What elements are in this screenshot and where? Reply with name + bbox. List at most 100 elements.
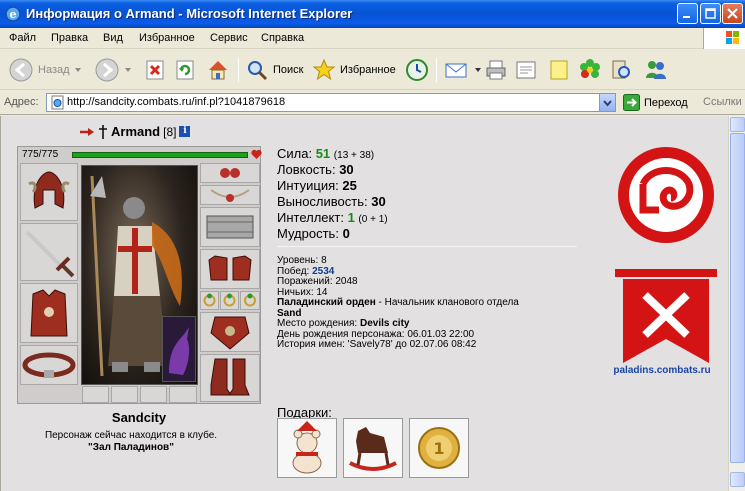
- helmet-slot[interactable]: [20, 163, 78, 221]
- heart-icon: [251, 149, 262, 159]
- maximize-button[interactable]: [700, 3, 721, 24]
- search-icon: [248, 61, 268, 81]
- forward-button[interactable]: [94, 56, 132, 84]
- close-icon: [727, 8, 738, 19]
- links-toolbar[interactable]: Ссылки: [703, 96, 742, 108]
- research-icon: [612, 60, 630, 79]
- pet-slot[interactable]: [162, 316, 196, 382]
- menu-edit[interactable]: Правка: [51, 32, 88, 44]
- character-portrait: [81, 165, 198, 385]
- cross-align-icon: [99, 124, 107, 139]
- gift-rocking-horse[interactable]: [343, 418, 403, 478]
- discuss-button[interactable]: [547, 56, 571, 84]
- gift-gold-medal[interactable]: 1: [409, 418, 469, 478]
- clan-site-link[interactable]: paladins.combats.ru: [600, 365, 724, 376]
- birthplace-value: Devils city: [360, 318, 410, 329]
- boots-icon: [210, 358, 250, 396]
- menu-help[interactable]: Справка: [261, 32, 304, 44]
- amulet-slot[interactable]: [200, 185, 260, 205]
- stat-row: Ловкость: 30: [277, 162, 388, 178]
- icq-button[interactable]: [578, 56, 602, 84]
- helmet-icon: [28, 171, 70, 209]
- belt-slot[interactable]: [20, 345, 78, 385]
- ring-slot-2[interactable]: [220, 291, 239, 310]
- minimize-icon: [683, 16, 690, 18]
- rune-slot-1[interactable]: [82, 386, 109, 403]
- printer-icon: [486, 60, 506, 80]
- stats-list: Сила: 51 (13 + 38) Ловкость: 30 Интуиция:…: [277, 146, 388, 242]
- home-button[interactable]: [206, 56, 230, 84]
- menu-file[interactable]: Файл: [9, 32, 36, 44]
- address-dropdown-button[interactable]: [599, 94, 615, 111]
- history-button[interactable]: [404, 56, 430, 84]
- refresh-icon: [176, 60, 194, 80]
- weapon-slot[interactable]: [20, 223, 78, 281]
- stat-row: Выносливость: 30: [277, 194, 388, 210]
- bracers-slot[interactable]: [200, 207, 260, 247]
- shield-slot[interactable]: [200, 312, 260, 352]
- stat-value: 51: [315, 146, 331, 161]
- scroll-up-button[interactable]: [730, 117, 745, 132]
- menu-favorites[interactable]: Избранное: [139, 32, 195, 44]
- stat-value: 1: [347, 210, 355, 225]
- toolbar-separator: [436, 58, 437, 82]
- rocking-horse-icon: [349, 427, 397, 471]
- stat-label: Выносливость:: [277, 194, 368, 209]
- stat-value: 30: [339, 162, 354, 177]
- minimize-button[interactable]: [677, 3, 698, 24]
- address-input[interactable]: http://sandcity.combats.ru/inf.pl?104187…: [46, 93, 616, 112]
- menu-view[interactable]: Вид: [103, 32, 123, 44]
- research-button[interactable]: [609, 56, 633, 84]
- private-arrow-icon[interactable]: [79, 127, 95, 137]
- menu-tools[interactable]: Сервис: [210, 32, 248, 44]
- boots-slot[interactable]: [200, 354, 260, 402]
- search-button[interactable]: Поиск: [245, 56, 303, 84]
- clan-emblem-icon[interactable]: [615, 144, 717, 246]
- page-icon: [51, 95, 64, 110]
- favorites-button[interactable]: Избранное: [312, 56, 396, 84]
- stop-button[interactable]: [144, 56, 166, 84]
- stat-row: Мудрость: 0: [277, 226, 388, 242]
- earrings-slot[interactable]: [200, 163, 260, 183]
- messenger-button[interactable]: [643, 56, 669, 84]
- address-label: Адрес:: [4, 96, 39, 108]
- print-button[interactable]: [484, 56, 508, 84]
- character-header: Armand [8] i: [79, 124, 191, 139]
- earrings-icon: [220, 168, 240, 178]
- scroll-down-button[interactable]: [730, 472, 745, 487]
- birthplace-label: Место рождения:: [277, 318, 358, 329]
- rune-slot-3[interactable]: [140, 386, 167, 403]
- close-button[interactable]: [722, 3, 743, 24]
- amulet-icon: [210, 189, 250, 202]
- gift-teddy-bear[interactable]: [277, 418, 337, 478]
- back-button[interactable]: Назад: [8, 56, 82, 84]
- info-icon[interactable]: i: [179, 126, 191, 137]
- bracers-icon: [206, 215, 254, 239]
- stat-label: Интуиция:: [277, 178, 339, 193]
- character-name: Armand: [111, 124, 161, 139]
- mail-button[interactable]: [444, 56, 482, 84]
- vertical-scrollbar[interactable]: [728, 116, 745, 491]
- clan-banner-icon[interactable]: [615, 269, 717, 364]
- edit-button[interactable]: [514, 56, 538, 84]
- rune-slot-4[interactable]: [169, 386, 197, 403]
- page-content: Armand [8] i 775/775 Sandcity Персонаж с…: [0, 116, 728, 491]
- back-label: Назад: [38, 64, 70, 76]
- back-arrow-icon: [9, 58, 33, 82]
- ring-icon: [223, 293, 236, 307]
- go-button[interactable]: Переход: [623, 94, 688, 111]
- ring-slot-3[interactable]: [240, 291, 260, 310]
- gloves-slot[interactable]: [200, 249, 260, 289]
- order-rank: - Начальник кланового отдела: [375, 297, 519, 308]
- windows-logo: [703, 28, 745, 49]
- refresh-button[interactable]: [174, 56, 196, 84]
- scroll-thumb[interactable]: [730, 133, 745, 463]
- club-room: "Зал Паладинов": [88, 442, 174, 453]
- rune-slot-2[interactable]: [111, 386, 138, 403]
- detail-birthplace: Место рождения: Devils city: [277, 318, 577, 330]
- stat-value: 0: [342, 226, 350, 241]
- stat-label: Сила:: [277, 146, 313, 161]
- ring-slot-1[interactable]: [200, 291, 219, 310]
- armor-slot[interactable]: [20, 283, 78, 343]
- internet-explorer-icon: e: [5, 6, 21, 22]
